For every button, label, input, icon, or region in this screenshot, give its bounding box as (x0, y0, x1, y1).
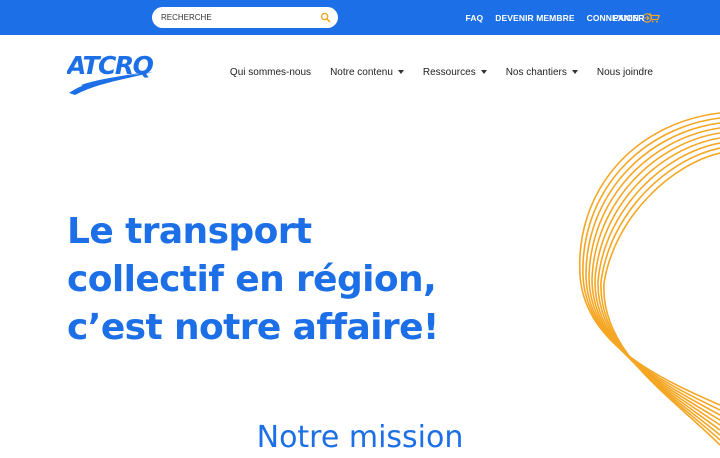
wave-line (600, 147, 720, 441)
logo-mark: ATCRQ (65, 51, 155, 95)
faq-link[interactable]: FAQ (466, 13, 484, 23)
nav-resources-label: Ressources (422, 66, 476, 78)
mission-title: Notre mission (256, 420, 464, 455)
search-input[interactable] (161, 10, 311, 25)
nav-projects-label: Nos chantiers (505, 66, 567, 78)
nav-item-contact[interactable]: Nous joindre (597, 67, 653, 78)
wave-line (582, 117, 720, 411)
decorative-waves (578, 112, 720, 446)
nav-item-resources[interactable]: Ressources (423, 67, 487, 78)
chevron-down-icon (480, 70, 487, 74)
nav-contact-label: Nous joindre (596, 66, 653, 78)
main-nav: Qui sommes-nous Notre contenu Ressources… (230, 62, 653, 82)
cart-icon (648, 12, 660, 22)
cart-label: PANIER (613, 12, 645, 23)
wave-line (591, 132, 720, 426)
atcrq-logo[interactable]: ATCRQ (65, 47, 155, 97)
become-member-link[interactable]: DEVENIR MEMBRE (495, 13, 574, 23)
chevron-down-icon (571, 70, 578, 74)
chevron-down-icon (397, 70, 404, 74)
logo-text: ATCRQ (67, 51, 153, 80)
become-member-label: DEVENIR MEMBRE (495, 12, 575, 23)
nav-about-label: Qui sommes-nous (229, 66, 312, 78)
search-box (152, 7, 338, 28)
hero-line: collectif en région, (67, 259, 437, 300)
top-bar: FAQ DEVENIR MEMBRE CONNEXION PANIER (0, 0, 720, 35)
nav-item-projects[interactable]: Nos chantiers (506, 67, 578, 78)
hero-line: Le transport (67, 211, 312, 252)
hero-line: c’est notre affaire! (67, 307, 439, 348)
faq-label: FAQ (465, 12, 484, 23)
cart-link[interactable]: PANIER (613, 0, 660, 35)
nav-item-about[interactable]: Qui sommes-nous (230, 67, 311, 78)
nav-content-label: Notre contenu (330, 66, 393, 78)
hero-heading: Le transport collectif en région, c’est … (67, 208, 497, 352)
search-icon[interactable] (320, 12, 331, 23)
nav-item-content[interactable]: Notre contenu (330, 67, 404, 78)
